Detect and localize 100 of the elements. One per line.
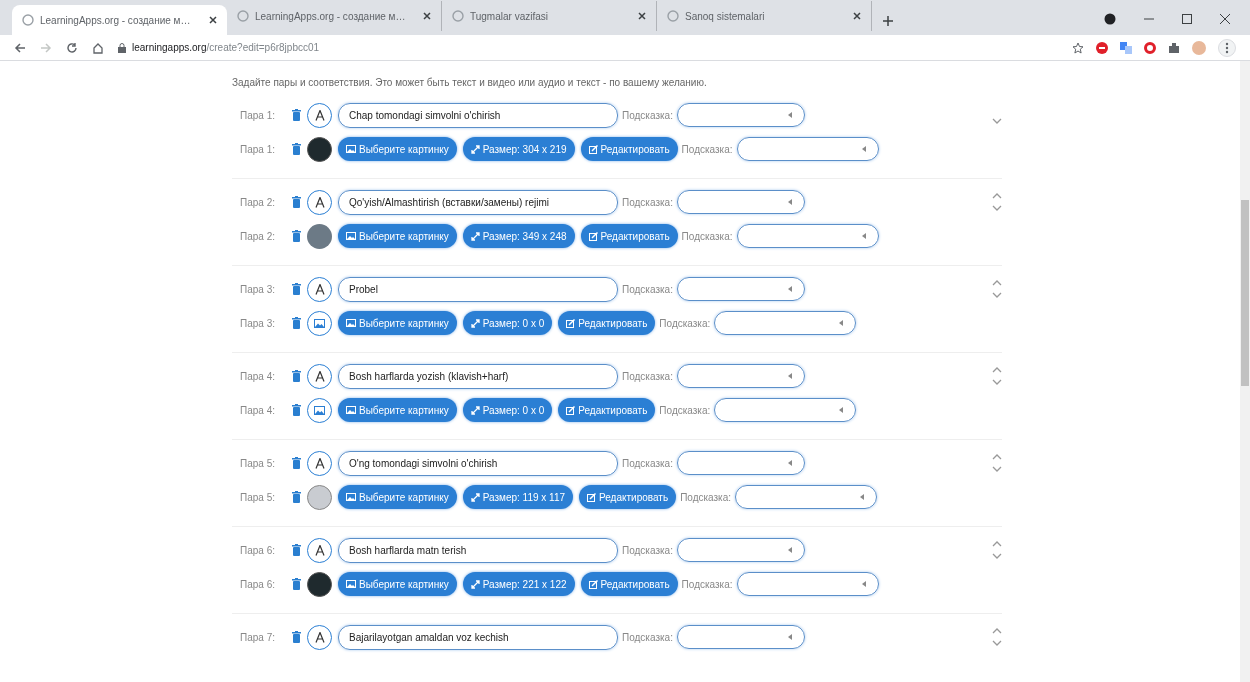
profile-icon[interactable]	[1104, 13, 1116, 25]
letter-a-icon	[314, 544, 325, 556]
menu-icon[interactable]	[1218, 38, 1236, 57]
address-bar-url[interactable]: learningapps.org/create?edit=p6r8jpbcc01	[132, 40, 320, 55]
trash-icon[interactable]	[292, 631, 301, 643]
trash-icon[interactable]	[292, 544, 301, 556]
edit-button[interactable]: Редактировать	[580, 572, 678, 596]
edit-icon	[588, 579, 598, 589]
translate-icon[interactable]	[1120, 41, 1132, 54]
resize-icon	[470, 231, 480, 241]
choose-image-button[interactable]: Выберите картинку	[338, 137, 457, 161]
close-icon[interactable]	[638, 12, 646, 20]
reload-icon[interactable]	[66, 41, 78, 54]
size-button[interactable]: Размер: 349 x 248	[462, 224, 575, 248]
move-down-icon[interactable]	[992, 379, 1002, 385]
resize-icon	[470, 405, 480, 415]
move-down-icon[interactable]	[992, 205, 1002, 211]
edit-button[interactable]: Редактировать	[580, 137, 678, 161]
move-up-icon[interactable]	[992, 193, 1002, 199]
pair-label: Пара 5:	[240, 490, 276, 505]
maximize-icon[interactable]	[1182, 14, 1192, 24]
pair-label: Пара 7:	[240, 630, 276, 645]
move-down-icon[interactable]	[992, 466, 1002, 472]
text-input-field[interactable]: Bajarilayotgan amaldan voz kechish	[338, 624, 618, 650]
image-icon	[346, 493, 356, 501]
choose-image-button[interactable]: Выберите картинку	[338, 572, 457, 596]
ring-icon[interactable]	[1144, 41, 1156, 54]
edit-icon	[566, 405, 576, 415]
image-thumbnail	[307, 484, 332, 510]
choose-image-button[interactable]: Выберите картинку	[338, 398, 457, 422]
caret-icon	[787, 460, 792, 466]
move-up-icon[interactable]	[992, 541, 1002, 547]
new-tab-icon[interactable]	[882, 15, 894, 27]
trash-icon[interactable]	[292, 370, 301, 382]
home-icon[interactable]	[92, 41, 104, 54]
text-input-field[interactable]: Bosh harflarda yozish (klavish+harf)	[338, 363, 618, 389]
size-button[interactable]: Размер: 304 x 219	[462, 137, 575, 161]
edit-icon	[588, 231, 598, 241]
pair-label: Пара 3:	[240, 316, 276, 331]
size-button[interactable]: Размер: 0 x 0	[462, 311, 553, 335]
trash-icon[interactable]	[292, 457, 301, 469]
choose-image-button[interactable]: Выберите картинку	[338, 485, 457, 509]
hint-label: Подсказка:	[659, 403, 711, 418]
close-icon[interactable]	[1220, 14, 1230, 24]
close-icon[interactable]	[209, 16, 217, 24]
hint-label: Подсказка:	[622, 108, 673, 123]
text-input-field[interactable]: Bosh harflarda matn terish	[338, 537, 618, 563]
move-down-icon[interactable]	[992, 118, 1002, 124]
edit-button[interactable]: Редактировать	[558, 311, 656, 335]
star-icon[interactable]	[1072, 41, 1084, 54]
instruction-text: Задайте пары и соответствия. Это может быть текст и видео или аудио и текст - по вашему желанию.	[232, 76, 708, 90]
trash-icon[interactable]	[292, 196, 301, 208]
choose-image-button[interactable]: Выберите картинку	[338, 224, 457, 248]
trash-icon[interactable]	[292, 491, 301, 503]
close-icon[interactable]	[423, 12, 431, 20]
size-button[interactable]: Размер: 0 x 0	[462, 398, 553, 422]
trash-icon[interactable]	[292, 317, 301, 329]
text-input-field[interactable]: Chap tomondagi simvolni o'chirish	[338, 102, 618, 128]
caret-icon	[839, 407, 844, 413]
text-input-field[interactable]: Qo'yish/Almashtirish (вставки/замены) rejimi	[338, 189, 618, 215]
edit-icon	[588, 144, 598, 154]
move-down-icon[interactable]	[992, 640, 1002, 646]
letter-a-icon	[314, 631, 325, 643]
letter-a-icon	[314, 196, 325, 208]
size-button[interactable]: Размер: 221 x 122	[462, 572, 575, 596]
browser-tab[interactable]: LearningApps.org - создание м…	[227, 1, 442, 31]
move-down-icon[interactable]	[992, 553, 1002, 559]
browser-tab[interactable]: Tugmalar vazifasi	[442, 1, 657, 31]
move-up-icon[interactable]	[992, 454, 1002, 460]
browser-tab[interactable]: LearningApps.org - создание м…	[12, 5, 227, 35]
move-up-icon[interactable]	[992, 280, 1002, 286]
trash-icon[interactable]	[292, 578, 301, 590]
size-button[interactable]: Размер: 119 x 117	[462, 485, 574, 509]
edit-button[interactable]: Редактировать	[580, 224, 678, 248]
caret-icon	[787, 199, 792, 205]
back-icon[interactable]	[14, 41, 26, 54]
move-up-icon[interactable]	[992, 628, 1002, 634]
text-input-field[interactable]: O'ng tomondagi simvolni o'chirish	[338, 450, 618, 476]
stop-sign-icon[interactable]	[1096, 41, 1108, 54]
trash-icon[interactable]	[292, 230, 301, 242]
edit-button[interactable]: Редактировать	[579, 485, 677, 509]
scrollbar[interactable]	[1240, 61, 1250, 682]
move-down-icon[interactable]	[992, 292, 1002, 298]
trash-icon[interactable]	[292, 143, 301, 155]
hint-label: Подсказка:	[622, 543, 673, 558]
trash-icon[interactable]	[292, 283, 301, 295]
edit-button[interactable]: Редактировать	[558, 398, 656, 422]
choose-image-button[interactable]: Выберите картинку	[338, 311, 457, 335]
move-up-icon[interactable]	[992, 367, 1002, 373]
caret-icon	[787, 547, 792, 553]
close-icon[interactable]	[853, 12, 861, 20]
caret-icon	[861, 233, 866, 239]
browser-tab[interactable]: Sanoq sistemalari	[657, 1, 872, 31]
pair-label: Пара 6:	[240, 543, 276, 558]
trash-icon[interactable]	[292, 404, 301, 416]
trash-icon[interactable]	[292, 109, 301, 121]
letter-a-icon	[314, 370, 325, 382]
lock-icon	[118, 42, 126, 53]
image-icon	[346, 580, 356, 588]
text-input-field[interactable]: Probel	[338, 276, 618, 302]
